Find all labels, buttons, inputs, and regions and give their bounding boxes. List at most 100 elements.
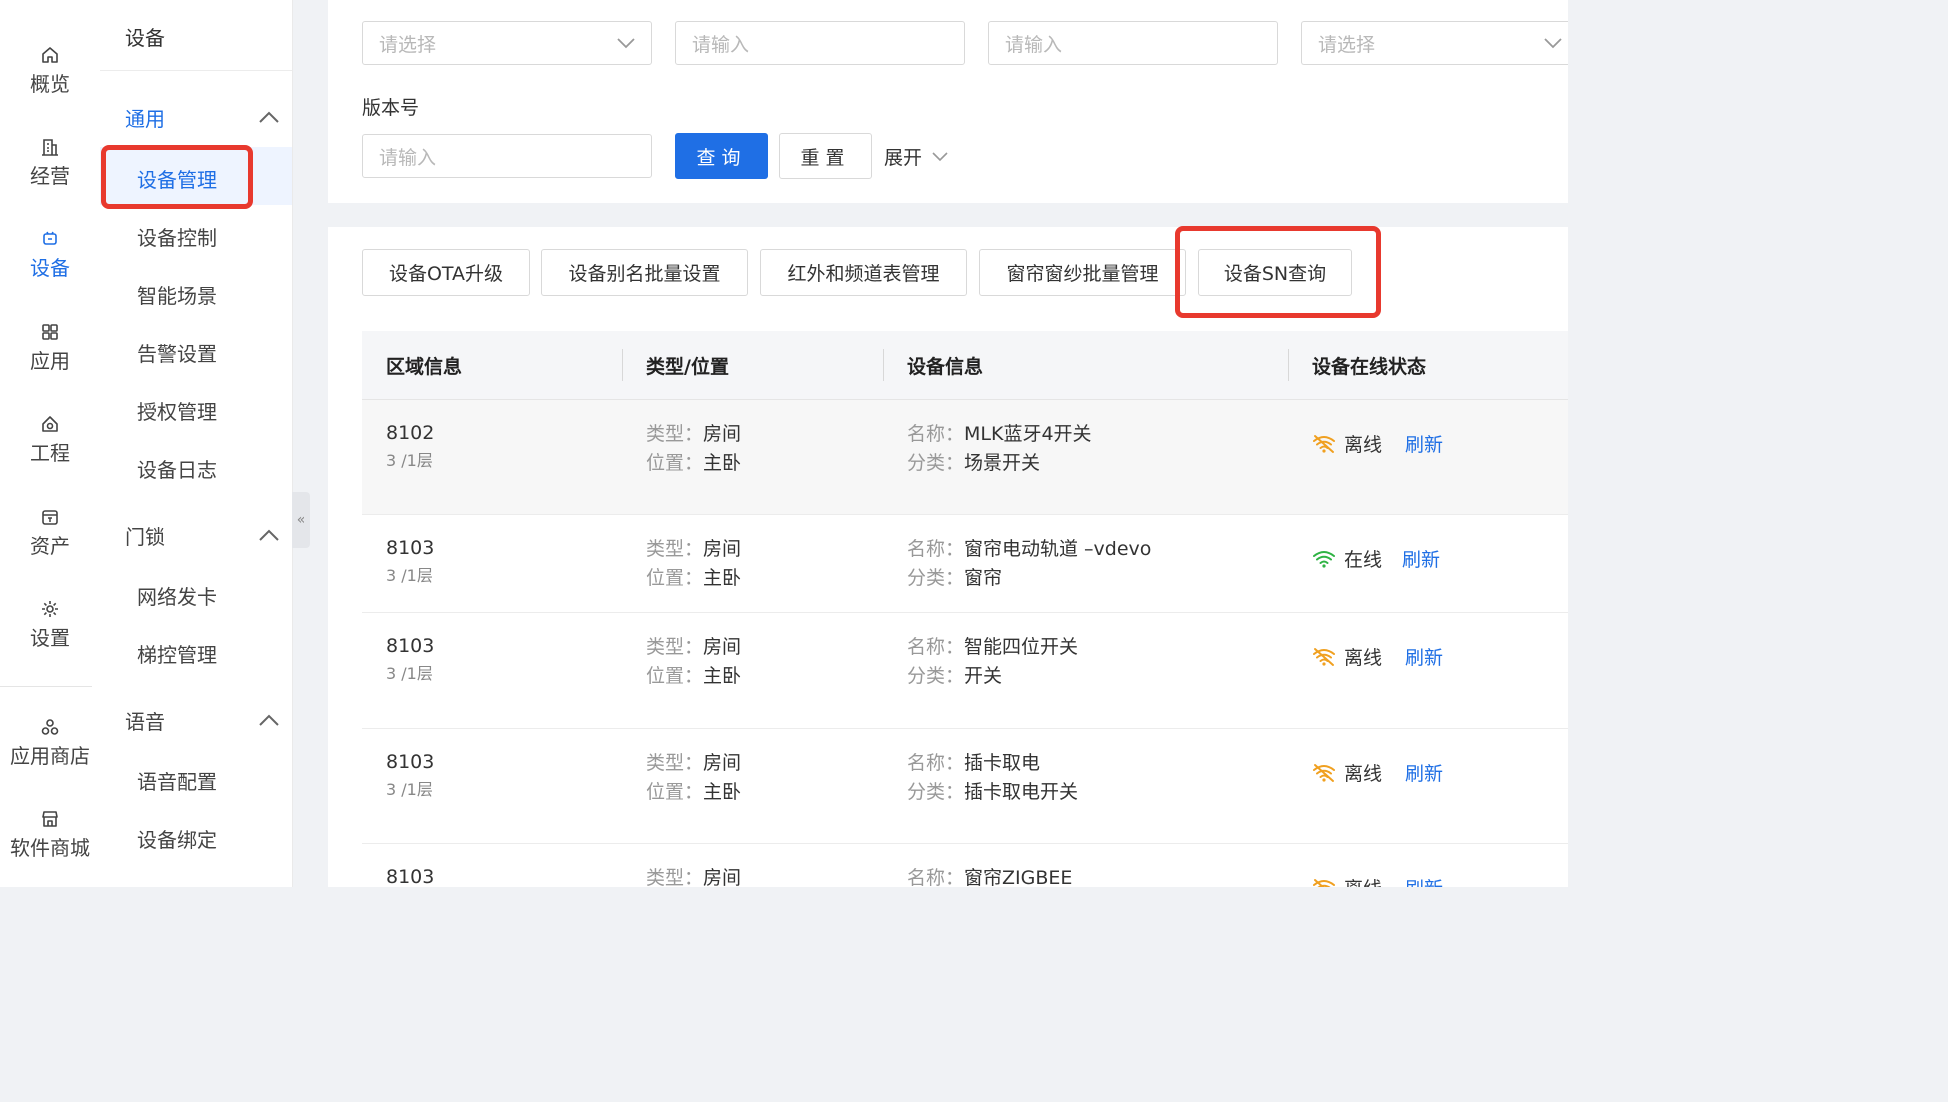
name-key: 名称： [907, 423, 965, 445]
ota-upgrade-button[interactable]: 设备OTA升级 [362, 249, 530, 296]
filter-input-3[interactable]: 请输入 [988, 21, 1278, 65]
status-cell: 离线 [1312, 874, 1382, 887]
refresh-link[interactable]: 刷新 [1405, 430, 1443, 457]
status-cell: 在线 [1312, 545, 1382, 572]
rail-item-assets[interactable]: 资产 [0, 492, 100, 572]
submenu-title: 设备 [125, 26, 165, 50]
menu-item-device-control[interactable]: 设备控制 [137, 222, 217, 251]
refresh-link[interactable]: 刷新 [1405, 643, 1443, 670]
area-cell: 8102 3 /1层 [386, 420, 434, 476]
category-key: 分类： [907, 567, 965, 589]
rail-label: 应用商店 [10, 744, 90, 768]
select-placeholder: 请选择 [1318, 33, 1376, 56]
menu-item-device-log[interactable]: 设备日志 [137, 454, 217, 483]
menu-item-network-card[interactable]: 网络发卡 [137, 581, 217, 610]
area-floor: 3 /1层 [386, 664, 433, 683]
expand-filters-link[interactable]: 展开 [884, 143, 948, 170]
wifi-offline-icon [1313, 647, 1335, 666]
menu-item-device-binding[interactable]: 设备绑定 [137, 824, 217, 853]
device-name: MLK蓝牙4开关 [964, 423, 1092, 445]
menu-group-voice[interactable]: 语音 [125, 705, 285, 735]
column-separator [622, 349, 623, 381]
input-placeholder: 请输入 [692, 33, 750, 56]
device-category: 开关 [964, 665, 1003, 687]
column-header-status: 设备在线状态 [1312, 356, 1427, 378]
area-floor: 3 /1层 [386, 566, 433, 585]
reset-button[interactable]: 重置 [779, 133, 872, 179]
rail-label: 概览 [30, 72, 70, 96]
status-text: 在线 [1344, 549, 1383, 571]
device-info-cell: 名称：MLK蓝牙4开关 分类：场景开关 [907, 420, 1092, 478]
type-position-cell: 类型：房间 位置：主卧 [646, 749, 741, 807]
table-row[interactable]: 8102 3 /1层 类型：房间 位置：主卧 名称：MLK蓝牙4开关 分类：场景… [362, 400, 1568, 515]
area-number: 8102 [386, 422, 435, 444]
ir-channel-button[interactable]: 红外和频道表管理 [760, 249, 967, 296]
rail-divider [0, 686, 92, 687]
filter-select-1[interactable]: 请选择 [362, 21, 652, 65]
area-floor: 3 /1层 [386, 451, 433, 470]
collapse-sidebar-button[interactable]: « [292, 492, 310, 548]
menu-item-device-management[interactable]: 设备管理 [137, 164, 217, 193]
menu-item-elevator-control[interactable]: 梯控管理 [137, 639, 217, 668]
type-position-cell: 类型：房间 [646, 864, 741, 887]
curtain-batch-button[interactable]: 窗帘窗纱批量管理 [979, 249, 1186, 296]
type-key: 类型： [646, 867, 704, 887]
refresh-link[interactable]: 刷新 [1402, 545, 1440, 572]
rail-item-engineering[interactable]: 工程 [0, 399, 100, 479]
rail-item-business[interactable]: 经营 [0, 122, 100, 202]
area-cell: 8103 3 /1层 [386, 535, 434, 591]
rail-label: 设置 [30, 626, 70, 650]
menu-group-general[interactable]: 通用 [125, 102, 285, 132]
table-row[interactable]: 8103 类型：房间 名称：窗帘ZIGBEE 离线 刷新 [362, 844, 1568, 887]
position-key: 位置： [646, 567, 704, 589]
rail-item-apps[interactable]: 应用 [0, 307, 100, 387]
rail-item-app-store[interactable]: 应用商店 [0, 702, 100, 782]
area-number: 8103 [386, 866, 435, 887]
category-key: 分类： [907, 781, 965, 803]
position-value: 主卧 [703, 665, 742, 687]
rail-label: 资产 [30, 534, 70, 558]
chevron-up-icon [259, 714, 279, 726]
refresh-link[interactable]: 刷新 [1405, 759, 1443, 786]
filter-input-2[interactable]: 请输入 [675, 21, 965, 65]
table-row[interactable]: 8103 3 /1层 类型：房间 位置：主卧 名称：窗帘电动轨道 –vdevo … [362, 515, 1568, 613]
status-cell: 离线 [1312, 430, 1382, 457]
select-placeholder: 请选择 [379, 33, 437, 56]
name-key: 名称： [907, 538, 965, 560]
status-text: 离线 [1344, 647, 1383, 669]
menu-item-smart-scene[interactable]: 智能场景 [137, 280, 217, 309]
chevron-up-icon [259, 529, 279, 541]
menu-item-alarm-settings[interactable]: 告警设置 [137, 338, 217, 367]
filter-select-4[interactable]: 请选择 [1301, 21, 1568, 65]
device-icon [40, 229, 60, 249]
chevron-up-icon [259, 111, 279, 123]
grid-icon [40, 322, 60, 342]
wifi-online-icon [1313, 550, 1335, 568]
device-category: 插卡取电开关 [964, 781, 1079, 803]
table-row[interactable]: 8103 3 /1层 类型：房间 位置：主卧 名称：智能四位开关 分类：开关 离… [362, 613, 1568, 729]
table-row[interactable]: 8103 3 /1层 类型：房间 位置：主卧 名称：插卡取电 分类：插卡取电开关… [362, 729, 1568, 844]
rail-item-device[interactable]: 设备 [0, 214, 100, 294]
rail-item-software-mall[interactable]: 软件商城 [0, 794, 100, 874]
refresh-link[interactable]: 刷新 [1405, 874, 1443, 887]
column-separator [883, 349, 884, 381]
wifi-offline-icon [1313, 763, 1335, 782]
status-text: 离线 [1344, 763, 1383, 785]
area-number: 8103 [386, 751, 435, 773]
name-key: 名称： [907, 636, 965, 658]
status-text: 离线 [1344, 874, 1382, 887]
query-button[interactable]: 查询 [675, 133, 768, 179]
type-position-cell: 类型：房间 位置：主卧 [646, 535, 741, 593]
rail-label: 设备 [30, 256, 70, 280]
category-key: 分类： [907, 452, 965, 474]
menu-item-voice-config[interactable]: 语音配置 [137, 766, 217, 795]
menu-item-authorization[interactable]: 授权管理 [137, 396, 217, 425]
menu-group-door-lock[interactable]: 门锁 [125, 520, 285, 550]
alias-batch-button[interactable]: 设备别名批量设置 [541, 249, 748, 296]
rail-item-overview[interactable]: 概览 [0, 30, 100, 110]
menu-group-label: 语音 [125, 709, 165, 734]
sn-query-button[interactable]: 设备SN查询 [1198, 249, 1352, 296]
rail-item-settings[interactable]: 设置 [0, 584, 100, 664]
type-position-cell: 类型：房间 位置：主卧 [646, 420, 741, 478]
version-input[interactable]: 请输入 [362, 134, 652, 178]
